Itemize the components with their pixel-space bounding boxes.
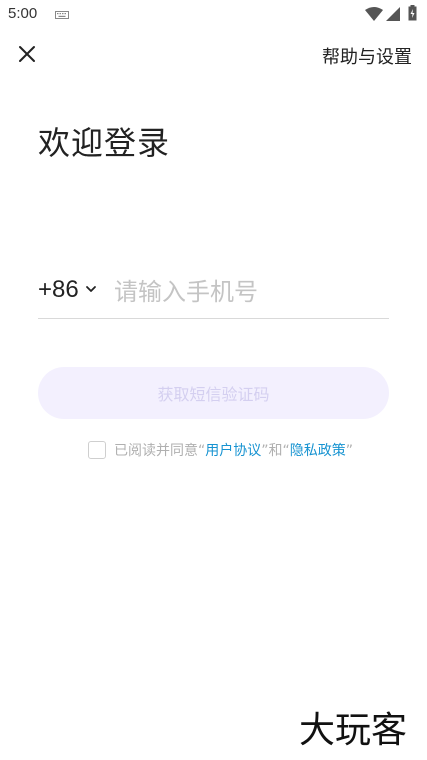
page-title: 欢迎登录	[38, 124, 171, 162]
get-sms-code-button[interactable]: 获取短信验证码	[38, 367, 389, 419]
privacy-policy-link[interactable]: 隐私政策	[290, 443, 346, 459]
quote-close-2: ”	[345, 443, 354, 459]
wifi-icon	[365, 7, 383, 21]
status-bar: 5:00	[0, 0, 427, 30]
phone-number-input[interactable]	[114, 274, 384, 310]
signal-icon	[386, 7, 400, 21]
agreement-checkbox[interactable]	[88, 441, 106, 459]
agreement-prefix: 已阅读并同意	[114, 443, 198, 459]
quote-close-1: ”	[261, 443, 269, 459]
keyboard-icon	[55, 11, 69, 19]
login-page: 5:00 帮助与设置 欢迎登录 +86 请输入手机号 获取短信验证码 已阅读并同…	[0, 0, 427, 760]
watermark-logo: 大玩客	[297, 709, 408, 751]
phone-input-row: +86	[38, 270, 389, 319]
quote-open-2: “	[282, 443, 290, 459]
battery-icon	[408, 5, 417, 21]
status-time: 5:00	[8, 5, 38, 22]
user-agreement-link[interactable]: 用户协议	[205, 443, 261, 459]
chevron-down-icon[interactable]	[85, 284, 97, 294]
close-button[interactable]	[14, 41, 40, 67]
agreement-text: 已阅读并同意“用户协议”和“隐私政策”	[114, 440, 353, 460]
help-settings-link[interactable]: 帮助与设置	[322, 43, 412, 69]
country-code-selector[interactable]: +86	[38, 276, 79, 304]
agreement-and: 和	[268, 443, 283, 459]
close-icon	[19, 46, 35, 62]
svg-text:大玩客: 大玩客	[299, 710, 407, 750]
